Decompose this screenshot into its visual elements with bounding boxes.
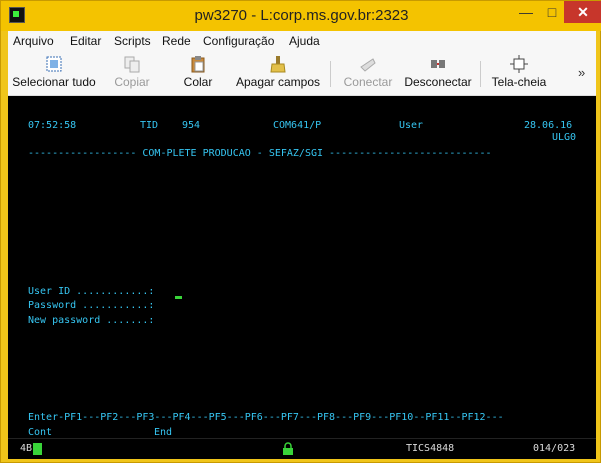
- minimize-button[interactable]: —: [512, 1, 540, 23]
- paste-button[interactable]: Colar: [170, 51, 226, 95]
- copy-icon: [123, 55, 141, 73]
- select-all-icon: [45, 55, 63, 73]
- clear-fields-button[interactable]: Apagar campos: [232, 51, 324, 95]
- lock-icon: [283, 442, 293, 455]
- status-session: TICS4848: [406, 443, 455, 454]
- status-cursor-position: 014/023: [533, 443, 576, 454]
- close-button[interactable]: ✕: [564, 1, 601, 23]
- cursor: [175, 296, 182, 299]
- new-password-label: New password .......:: [28, 315, 155, 326]
- screen-program: COM641/P: [273, 120, 322, 131]
- clear-fields-label: Apagar campos: [235, 75, 321, 89]
- status-bar: 4B TICS4848 014/023: [8, 438, 596, 459]
- toolbar-separator: [480, 61, 481, 87]
- title-bar: pw3270 - L:corp.ms.gov.br:2323 — □ ✕: [1, 1, 601, 31]
- copy-button[interactable]: Copiar: [104, 51, 160, 95]
- select-all-button[interactable]: Selecionar tudo: [8, 51, 100, 95]
- fullscreen-label: Tela-cheia: [491, 75, 547, 89]
- select-all-label: Selecionar tudo: [12, 75, 96, 89]
- screen-tid-label: TID: [140, 120, 159, 131]
- user-id-label: User ID ............:: [28, 286, 155, 297]
- paste-label: Colar: [183, 75, 213, 89]
- app-window: pw3270 - L:corp.ms.gov.br:2323 — □ ✕ Arq…: [0, 0, 601, 463]
- disconnect-icon: [429, 55, 447, 73]
- broom-icon: [269, 55, 287, 73]
- menu-configuracao[interactable]: Configuração: [203, 34, 274, 48]
- disconnect-label: Desconectar: [404, 75, 472, 89]
- screen-user-label: User: [399, 120, 424, 131]
- disconnect-button[interactable]: Desconectar: [402, 51, 474, 95]
- paste-icon: [189, 55, 207, 73]
- toolbar-separator: [330, 61, 331, 87]
- menu-editar[interactable]: Editar: [70, 34, 101, 48]
- menu-ajuda[interactable]: Ajuda: [289, 34, 320, 48]
- screen-date: 28.06.16: [524, 120, 573, 131]
- screen-time: 07:52:58: [28, 120, 77, 131]
- menu-rede[interactable]: Rede: [162, 34, 191, 48]
- status-left-indicator: 4B: [20, 443, 33, 454]
- connect-icon: [359, 55, 377, 73]
- fullscreen-button[interactable]: Tela-cheia: [486, 51, 552, 95]
- maximize-button[interactable]: □: [538, 1, 566, 23]
- pf-keys-line: Enter-PF1---PF2---PF3---PF4---PF5---PF6-…: [28, 412, 504, 423]
- toolbar: Selecionar tudo Copiar Colar Apagar camp…: [8, 51, 596, 96]
- window-title: pw3270 - L:corp.ms.gov.br:2323: [194, 7, 409, 24]
- screen-tid-value: 954: [182, 120, 201, 131]
- terminal-screen[interactable]: 07:52:58 TID 954 COM641/P User 28.06.16 …: [8, 96, 596, 459]
- copy-label: Copiar: [114, 75, 150, 89]
- more-icon[interactable]: »: [578, 65, 585, 80]
- screen-header-line: ------------------ COM-PLETE PRODUCAO - …: [28, 148, 492, 159]
- password-label: Password ...........:: [28, 300, 155, 311]
- screen-code: ULG0: [552, 132, 577, 143]
- connect-button[interactable]: Conectar: [338, 51, 398, 95]
- menu-bar: Arquivo Editar Scripts Rede Configuração…: [8, 31, 596, 51]
- menu-scripts[interactable]: Scripts: [114, 34, 151, 48]
- connect-label: Conectar: [343, 75, 393, 89]
- fullscreen-icon: [510, 55, 528, 73]
- status-connection-indicator: [33, 443, 42, 455]
- menu-arquivo[interactable]: Arquivo: [13, 34, 54, 48]
